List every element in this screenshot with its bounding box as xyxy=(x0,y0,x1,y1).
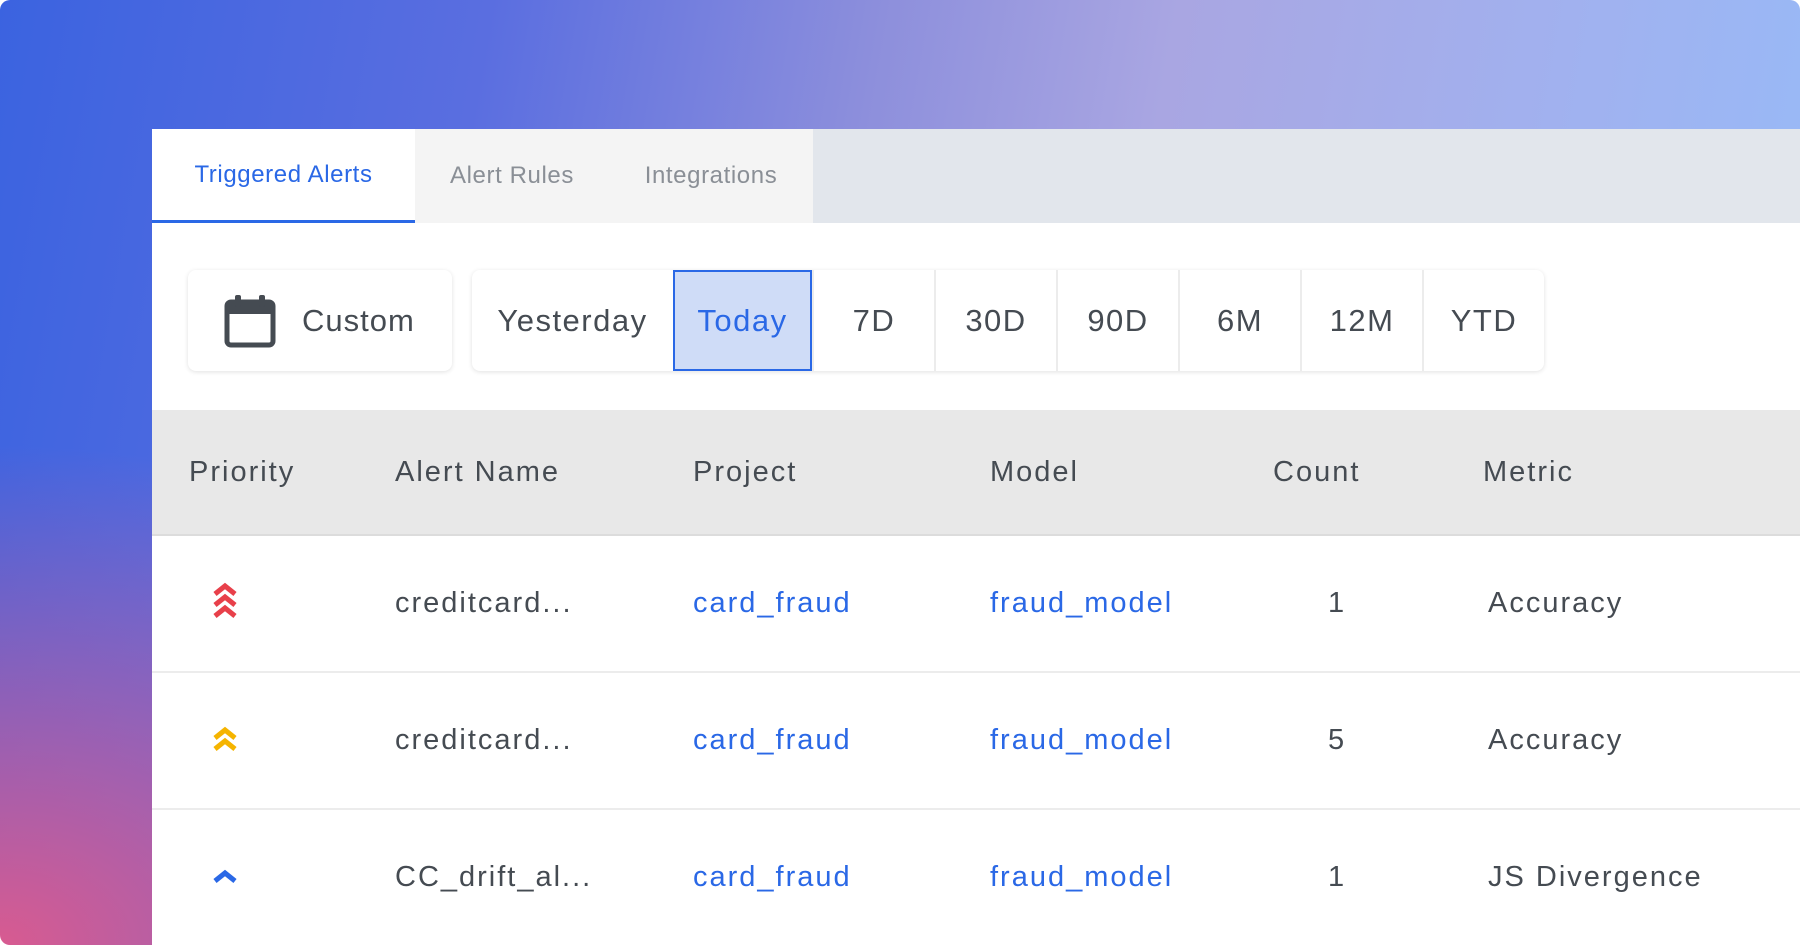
priority-cell xyxy=(152,855,395,900)
alert-metric: Accuracy xyxy=(1488,724,1624,756)
table-row[interactable]: CC_drift_al... card_fraud fraud_model 1 … xyxy=(152,810,1800,945)
range-option-30d[interactable]: 30D xyxy=(934,270,1056,371)
header-metric[interactable]: Metric xyxy=(1483,456,1783,489)
double-chevron-up-icon xyxy=(213,726,237,751)
priority-cell xyxy=(152,718,395,763)
date-range-selector: Yesterday Today 7D 30D 90D 6M 12M YTD xyxy=(472,270,1544,371)
project-link[interactable]: card_fraud xyxy=(693,861,990,894)
tab-alert-rules[interactable]: Alert Rules xyxy=(415,129,609,223)
header-model[interactable]: Model xyxy=(990,456,1273,489)
tab-triggered-alerts[interactable]: Triggered Alerts xyxy=(152,129,415,223)
tab-bar: Triggered Alerts Alert Rules Integration… xyxy=(152,129,1800,223)
model-link[interactable]: fraud_model xyxy=(990,587,1273,620)
alert-count: 1 xyxy=(1328,861,1347,893)
header-project[interactable]: Project xyxy=(693,456,990,489)
range-option-90d[interactable]: 90D xyxy=(1056,270,1178,371)
tabs: Triggered Alerts Alert Rules Integration… xyxy=(152,129,813,223)
alert-count: 1 xyxy=(1328,587,1347,619)
table-row[interactable]: creditcard... card_fraud fraud_model 1 A… xyxy=(152,536,1800,673)
range-option-12m[interactable]: 12M xyxy=(1300,270,1422,371)
alerts-table: Priority Alert Name Project Model Count … xyxy=(152,410,1800,945)
alert-count: 5 xyxy=(1328,724,1347,756)
range-option-yesterday[interactable]: Yesterday xyxy=(472,270,673,371)
triple-chevron-up-icon xyxy=(213,582,237,618)
project-link[interactable]: card_fraud xyxy=(693,587,990,620)
range-option-6m[interactable]: 6M xyxy=(1178,270,1300,371)
alert-metric: Accuracy xyxy=(1488,587,1624,619)
header-count[interactable]: Count xyxy=(1273,456,1483,489)
model-link[interactable]: fraud_model xyxy=(990,724,1273,757)
range-option-today[interactable]: Today xyxy=(673,270,812,371)
range-option-7d[interactable]: 7D xyxy=(812,270,934,371)
model-link[interactable]: fraud_model xyxy=(990,861,1273,894)
tab-integrations[interactable]: Integrations xyxy=(609,129,813,223)
range-option-ytd[interactable]: YTD xyxy=(1422,270,1544,371)
alert-metric: JS Divergence xyxy=(1488,861,1703,893)
priority-cell xyxy=(152,581,395,626)
alert-name[interactable]: creditcard... xyxy=(395,724,693,757)
project-link[interactable]: card_fraud xyxy=(693,724,990,757)
custom-range-label: Custom xyxy=(302,302,415,338)
alerts-panel: Triggered Alerts Alert Rules Integration… xyxy=(152,129,1800,945)
table-header: Priority Alert Name Project Model Count … xyxy=(152,410,1800,536)
chevron-up-icon xyxy=(213,869,237,883)
header-alert-name[interactable]: Alert Name xyxy=(395,456,693,489)
alert-name[interactable]: CC_drift_al... xyxy=(395,861,693,894)
table-row[interactable]: creditcard... card_fraud fraud_model 5 A… xyxy=(152,673,1800,810)
alert-name[interactable]: creditcard... xyxy=(395,587,693,620)
custom-range-button[interactable]: Custom xyxy=(188,270,452,371)
header-priority[interactable]: Priority xyxy=(152,456,395,489)
calendar-icon xyxy=(224,294,276,348)
